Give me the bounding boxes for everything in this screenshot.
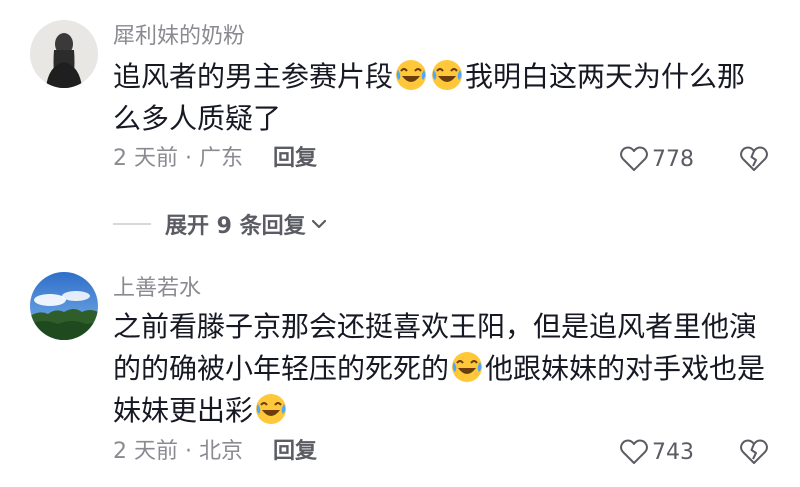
laugh-cry-emoji-icon <box>452 352 483 382</box>
broken-heart-icon[interactable] <box>740 438 768 466</box>
broken-heart-icon[interactable] <box>740 145 768 173</box>
comment-text-part: 追风者的男主参赛片段 <box>113 60 394 93</box>
comment-item: 上善若水 之前看滕子京那会还挺喜欢王阳，但是追风者里他演的的确被小年轻压的死死的… <box>0 250 800 487</box>
expand-replies-button[interactable]: 展开 9 条回复 <box>165 208 328 240</box>
laugh-cry-emoji-icon <box>396 60 427 90</box>
reply-button[interactable]: 回复 <box>273 144 317 174</box>
comment-time-location: 2 天前 · 广东 <box>113 146 243 171</box>
like-count: 743 <box>652 439 694 465</box>
comment-text: 之前看滕子京那会还挺喜欢王阳，但是追风者里他演的的确被小年轻压的死死的 他跟妹妹的… <box>113 306 773 432</box>
laugh-cry-emoji-icon <box>432 60 463 90</box>
heart-icon <box>620 146 648 171</box>
comment-text: 追风者的男主参赛片段 我明白这两天为什么那么多人质疑了 <box>113 56 773 140</box>
expand-replies-label: 展开 9 条回复 <box>165 214 306 239</box>
chevron-down-icon <box>311 219 326 229</box>
avatar[interactable] <box>30 272 98 340</box>
comment-time-location: 2 天前 · 北京 <box>113 439 243 464</box>
like-count: 778 <box>652 146 694 172</box>
heart-icon <box>620 439 648 464</box>
avatar[interactable] <box>30 20 98 88</box>
divider <box>113 223 151 225</box>
comment-username[interactable]: 上善若水 <box>113 274 201 304</box>
expand-replies-row: 展开 9 条回复 <box>113 208 328 240</box>
laugh-cry-emoji-icon <box>256 394 287 424</box>
comment-username[interactable]: 犀利妹的奶粉 <box>113 22 245 52</box>
like-button[interactable]: 778 <box>620 144 694 174</box>
reply-button[interactable]: 回复 <box>273 437 317 467</box>
like-button[interactable]: 743 <box>620 437 694 467</box>
comment-item: 犀利妹的奶粉 追风者的男主参赛片段 我明白这两天为什么那么多人质疑了 2 天前 ·… <box>0 0 800 200</box>
